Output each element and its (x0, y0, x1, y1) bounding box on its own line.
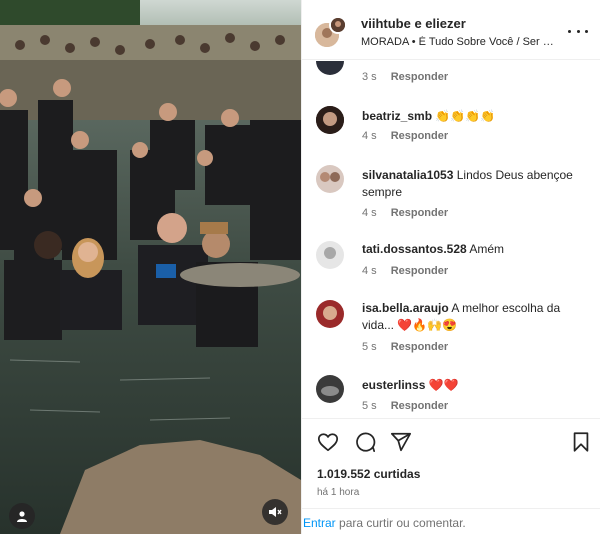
comments-list: 3 s Responder beatriz_smb 👏👏👏👏 4 s Respond… (302, 61, 600, 418)
bookmark-icon[interactable] (570, 431, 592, 453)
comment-username[interactable]: tati.dossantos.528 (362, 242, 467, 256)
reply-button[interactable]: Responder (391, 341, 448, 353)
comment-username[interactable]: eusterlinss (362, 378, 425, 392)
comment-text: beatriz_smb 👏👏👏👏 (362, 108, 592, 125)
comment-body: Amém (469, 242, 505, 256)
comment-text: isa.bella.araujo A melhor escolha da vid… (362, 300, 592, 334)
comment-body: 👏👏👏👏 (435, 109, 496, 123)
post-sidebar: viihtube e eliezer MORADA • É Tudo Sobre… (301, 0, 600, 534)
comment-time: 4 s (362, 130, 377, 142)
comment-body: ❤️❤️ (428, 378, 459, 392)
share-icon[interactable] (390, 431, 412, 453)
music-label[interactable]: MORADA • É Tudo Sobre Você / Ser M... (361, 36, 561, 48)
commenter-avatar[interactable] (316, 300, 344, 328)
post-time[interactable]: há 1 hora (317, 487, 359, 498)
comment-text: eusterlinss ❤️❤️ (362, 377, 592, 394)
commenter-avatar[interactable] (316, 106, 344, 134)
mute-button[interactable] (262, 499, 288, 525)
post-actions: 1.019.552 curtidas há 1 hora (302, 418, 600, 508)
coauthor-avatar[interactable] (329, 16, 347, 34)
more-options-icon[interactable] (568, 23, 588, 39)
commenter-avatar[interactable] (316, 241, 344, 269)
login-prompt: Entrar para curtir ou comentar. (302, 508, 600, 534)
reply-button[interactable]: Responder (391, 400, 448, 412)
tagged-users-button[interactable] (9, 503, 35, 529)
author-name[interactable]: viihtube e eliezer (361, 16, 466, 31)
comment-meta: 5 s Responder (362, 341, 448, 353)
heart-icon[interactable] (317, 431, 339, 453)
reply-button[interactable]: Responder (391, 130, 448, 142)
commenter-avatar[interactable] (316, 375, 344, 403)
comment-meta: 3 s Responder (362, 71, 448, 83)
reply-button[interactable]: Responder (391, 207, 448, 219)
likes-count[interactable]: 1.019.552 curtidas (317, 467, 420, 481)
comment-meta: 5 s Responder (362, 400, 448, 412)
comment-meta: 4 s Responder (362, 130, 448, 142)
reply-button[interactable]: Responder (391, 265, 448, 277)
comment-username[interactable]: isa.bella.araujo (362, 301, 449, 315)
comment-meta: 4 s Responder (362, 207, 448, 219)
comment-time: 5 s (362, 400, 377, 412)
mute-icon (269, 507, 282, 517)
comment-time: 4 s (362, 207, 377, 219)
video-frame (0, 0, 301, 534)
post-header: viihtube e eliezer MORADA • É Tudo Sobre… (302, 0, 600, 60)
comment-time: 3 s (362, 71, 377, 83)
comment-text: tati.dossantos.528 Amém (362, 241, 592, 258)
comment-text: silvanatalia1053 Lindos Deus abençoe sem… (362, 167, 592, 201)
comment-username[interactable]: beatriz_smb (362, 109, 432, 123)
commenter-avatar[interactable] (316, 61, 344, 75)
reply-button[interactable]: Responder (391, 71, 448, 83)
comment-username[interactable]: silvanatalia1053 (362, 168, 453, 182)
comment-meta: 4 s Responder (362, 265, 448, 277)
commenter-avatar[interactable] (316, 165, 344, 193)
post-video[interactable] (0, 0, 301, 534)
comment-time: 5 s (362, 341, 377, 353)
comment-time: 4 s (362, 265, 377, 277)
user-icon (17, 511, 27, 522)
login-link[interactable]: Entrar (303, 516, 336, 530)
comment-icon[interactable] (354, 431, 376, 453)
login-prompt-text: para curtir ou comentar. (335, 516, 466, 530)
